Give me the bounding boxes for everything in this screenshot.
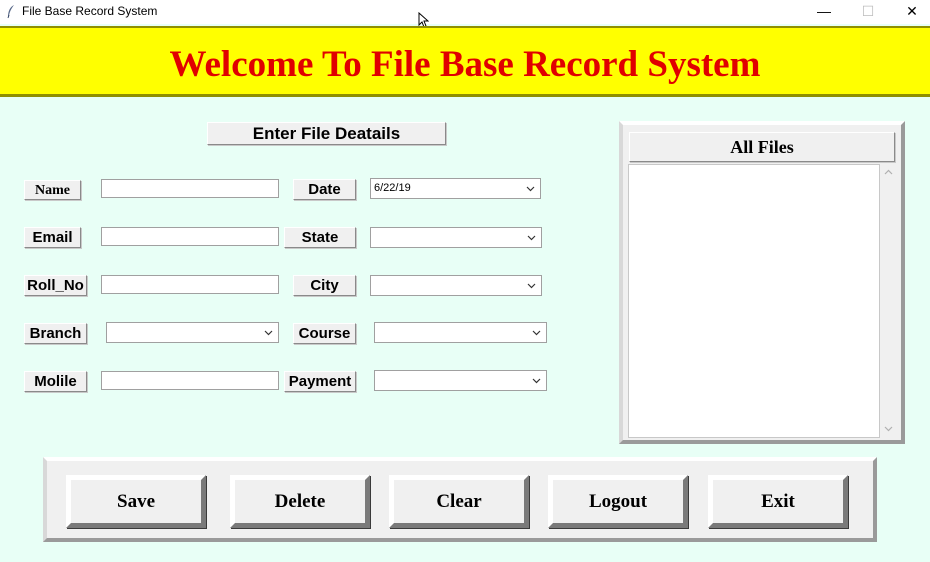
delete-button[interactable]: Delete bbox=[230, 475, 370, 528]
chevron-down-icon bbox=[527, 283, 536, 289]
course-label: Course bbox=[293, 323, 356, 344]
files-heading: All Files bbox=[629, 132, 895, 162]
name-input[interactable] bbox=[101, 179, 279, 198]
branch-label: Branch bbox=[24, 323, 87, 344]
close-button[interactable]: ✕ bbox=[890, 0, 930, 24]
rollno-label: Roll_No bbox=[24, 275, 87, 296]
state-label: State bbox=[284, 227, 356, 248]
clear-button[interactable]: Clear bbox=[389, 475, 529, 528]
mobile-label: Molile bbox=[24, 371, 87, 392]
window-title: File Base Record System bbox=[22, 4, 158, 18]
chevron-down-icon bbox=[532, 330, 541, 336]
chevron-down-icon bbox=[526, 186, 535, 192]
banner-title: Welcome To File Base Record System bbox=[169, 44, 761, 85]
maximize-button[interactable]: ☐ bbox=[846, 0, 890, 24]
branch-select[interactable] bbox=[106, 322, 279, 343]
chevron-down-icon[interactable] bbox=[884, 426, 893, 432]
chevron-down-icon bbox=[532, 378, 541, 384]
name-label: Name bbox=[24, 180, 81, 200]
date-label: Date bbox=[293, 179, 356, 200]
state-select[interactable] bbox=[370, 227, 542, 248]
minimize-button[interactable]: — bbox=[802, 0, 846, 24]
payment-select[interactable] bbox=[374, 370, 547, 391]
files-scrollbar[interactable] bbox=[880, 164, 897, 438]
logout-button[interactable]: Logout bbox=[548, 475, 688, 528]
rollno-input[interactable] bbox=[101, 275, 279, 294]
date-select[interactable]: 6/22/19 bbox=[370, 178, 541, 199]
course-select[interactable] bbox=[374, 322, 547, 343]
chevron-up-icon[interactable] bbox=[884, 169, 893, 175]
files-listbox[interactable] bbox=[628, 164, 880, 438]
email-label: Email bbox=[24, 227, 81, 248]
city-label: City bbox=[293, 275, 356, 296]
feather-icon bbox=[7, 5, 14, 19]
header-banner: Welcome To File Base Record System bbox=[0, 26, 930, 97]
exit-button[interactable]: Exit bbox=[708, 475, 848, 528]
form-heading: Enter File Deatails bbox=[207, 122, 446, 145]
chevron-down-icon bbox=[264, 330, 273, 336]
city-select[interactable] bbox=[370, 275, 542, 296]
chevron-down-icon bbox=[527, 235, 536, 241]
mobile-input[interactable] bbox=[101, 371, 279, 390]
save-button[interactable]: Save bbox=[66, 475, 206, 528]
payment-label: Payment bbox=[284, 371, 356, 392]
date-select-value: 6/22/19 bbox=[374, 182, 411, 194]
email-input[interactable] bbox=[101, 227, 279, 246]
